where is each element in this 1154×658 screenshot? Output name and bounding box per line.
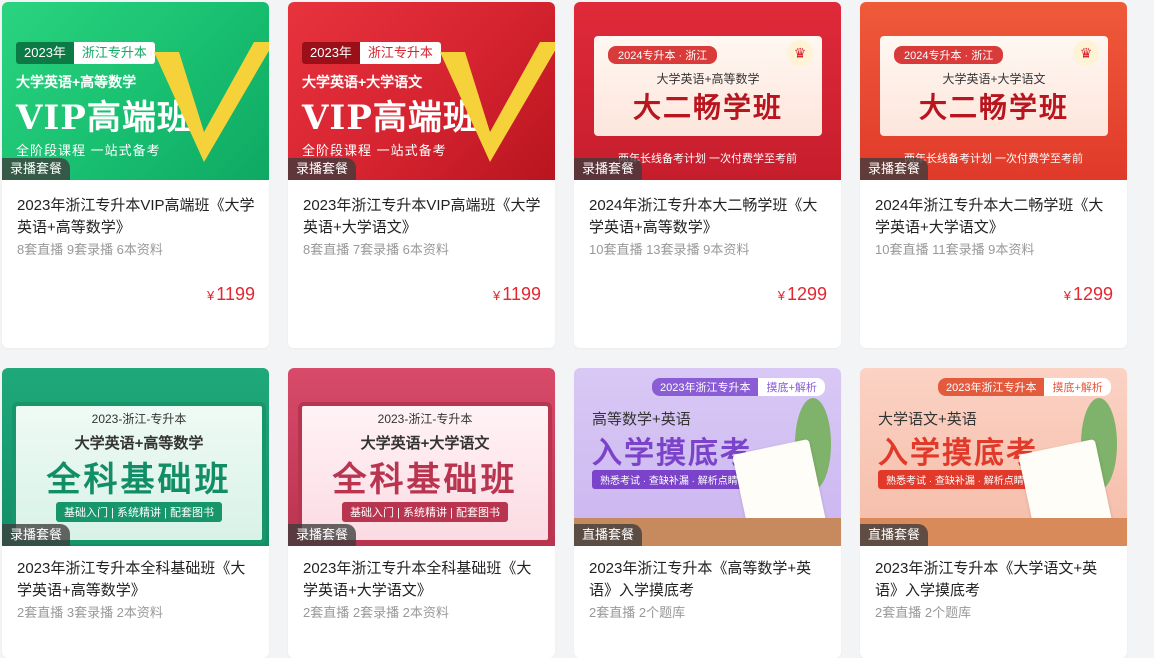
package-type-badge: 录播套餐 — [2, 524, 71, 546]
course-card[interactable]: 2023-浙江-专升本 大学英语+高等数学 全科基础班 基础入门 | 系统精讲 … — [2, 368, 269, 658]
course-title[interactable]: 2023年浙江专升本全科基础班《大学英语+大学语文》 — [303, 558, 541, 602]
cover-footer: 全阶段课程 一站式备考 — [302, 143, 447, 158]
course-price: ¥1299 — [1063, 284, 1113, 304]
course-cover-image[interactable]: 2023-浙江-专升本 大学英语+大学语文 全科基础班 基础入门 | 系统精讲 … — [288, 368, 555, 546]
course-card[interactable]: 2023年浙江专升本 摸底+解析 高等数学+英语 入学摸底考 熟悉考试 · 查缺… — [574, 368, 841, 658]
course-title[interactable]: 2023年浙江专升本《高等数学+英语》入学摸底考 — [589, 558, 827, 602]
course-cover-image[interactable]: 2023年 浙江专升本 大学英语+大学语文 VIP高端班 全阶段课程 一站式备考… — [288, 2, 555, 180]
cover-footer: 全阶段课程 一站式备考 — [16, 143, 161, 158]
course-meta: 10套直播 13套录播 9本资料 — [589, 242, 750, 257]
course-price: ¥1199 — [207, 284, 255, 304]
check-mark-decoration — [154, 42, 269, 162]
course-cover-image[interactable]: 2024专升本 · 浙江 大学英语+大学语文 大二畅学班 ♛ 两年长线备考计划 … — [860, 2, 1127, 180]
course-title[interactable]: 2024年浙江专升本大二畅学班《大学英语+大学语文》 — [875, 195, 1113, 239]
course-meta: 10套直播 11套录播 9本资料 — [875, 242, 1035, 257]
crown-icon: ♛ — [1073, 40, 1099, 66]
crown-icon: ♛ — [787, 40, 813, 66]
package-type-badge: 录播套餐 — [288, 158, 357, 180]
course-title[interactable]: 2023年浙江专升本《大学语文+英语》入学摸底考 — [875, 558, 1113, 602]
course-title[interactable]: 2023年浙江专升本全科基础班《大学英语+高等数学》 — [17, 558, 255, 602]
course-cover-image[interactable]: 2023年浙江专升本 摸底+解析 高等数学+英语 入学摸底考 熟悉考试 · 查缺… — [574, 368, 841, 546]
course-cover-image[interactable]: 2023年 浙江专升本 大学英语+高等数学 VIP高端班 全阶段课程 一站式备考… — [2, 2, 269, 180]
course-card[interactable]: 2024专升本 · 浙江 大学英语+大学语文 大二畅学班 ♛ 两年长线备考计划 … — [860, 2, 1127, 348]
package-type-badge: 录播套餐 — [2, 158, 71, 180]
course-meta: 2套直播 2个题库 — [589, 605, 686, 620]
course-price: ¥1199 — [493, 284, 541, 304]
cover-board: 2023-浙江-专升本 大学英语+大学语文 全科基础班 基础入门 | 系统精讲 … — [298, 402, 552, 544]
course-card[interactable]: 2023年 浙江专升本 大学英语+高等数学 VIP高端班 全阶段课程 一站式备考… — [2, 2, 269, 348]
course-cover-image[interactable]: 2023-浙江-专升本 大学英语+高等数学 全科基础班 基础入门 | 系统精讲 … — [2, 368, 269, 546]
course-card[interactable]: 2023年 浙江专升本 大学英语+大学语文 VIP高端班 全阶段课程 一站式备考… — [288, 2, 555, 348]
cover-subtitle: 大学英语+大学语文 — [302, 74, 423, 90]
cover-board: 2023-浙江-专升本 大学英语+高等数学 全科基础班 基础入门 | 系统精讲 … — [12, 402, 266, 544]
package-type-badge: 录播套餐 — [288, 524, 357, 546]
package-type-badge: 直播套餐 — [574, 524, 643, 546]
course-card[interactable]: 2023-浙江-专升本 大学英语+大学语文 全科基础班 基础入门 | 系统精讲 … — [288, 368, 555, 658]
course-title[interactable]: 2023年浙江专升本VIP高端班《大学英语+高等数学》 — [17, 195, 255, 239]
course-meta: 2套直播 2个题库 — [875, 605, 972, 620]
course-meta: 8套直播 7套录播 6本资料 — [303, 242, 449, 257]
course-price: ¥1299 — [777, 284, 827, 304]
check-mark-decoration — [440, 42, 555, 162]
course-meta: 2套直播 2套录播 2本资料 — [303, 605, 449, 620]
cover-tag: 2023年 浙江专升本 — [302, 42, 441, 64]
course-card[interactable]: 2023年浙江专升本 摸底+解析 大学语文+英语 入学摸底考 熟悉考试 · 查缺… — [860, 368, 1127, 658]
package-type-badge: 录播套餐 — [860, 158, 929, 180]
course-cover-image[interactable]: 2024专升本 · 浙江 大学英语+高等数学 大二畅学班 ♛ 两年长线备考计划 … — [574, 2, 841, 180]
course-meta: 2套直播 3套录播 2本资料 — [17, 605, 163, 620]
course-meta: 8套直播 9套录播 6本资料 — [17, 242, 163, 257]
package-type-badge: 录播套餐 — [574, 158, 643, 180]
course-card[interactable]: 2024专升本 · 浙江 大学英语+高等数学 大二畅学班 ♛ 两年长线备考计划 … — [574, 2, 841, 348]
course-title[interactable]: 2023年浙江专升本VIP高端班《大学英语+大学语文》 — [303, 195, 541, 239]
cover-subtitle: 大学英语+高等数学 — [16, 74, 137, 90]
course-cover-image[interactable]: 2023年浙江专升本 摸底+解析 大学语文+英语 入学摸底考 熟悉考试 · 查缺… — [860, 368, 1127, 546]
package-type-badge: 直播套餐 — [860, 524, 929, 546]
cover-tag: 2023年 浙江专升本 — [16, 42, 155, 64]
course-title[interactable]: 2024年浙江专升本大二畅学班《大学英语+高等数学》 — [589, 195, 827, 239]
